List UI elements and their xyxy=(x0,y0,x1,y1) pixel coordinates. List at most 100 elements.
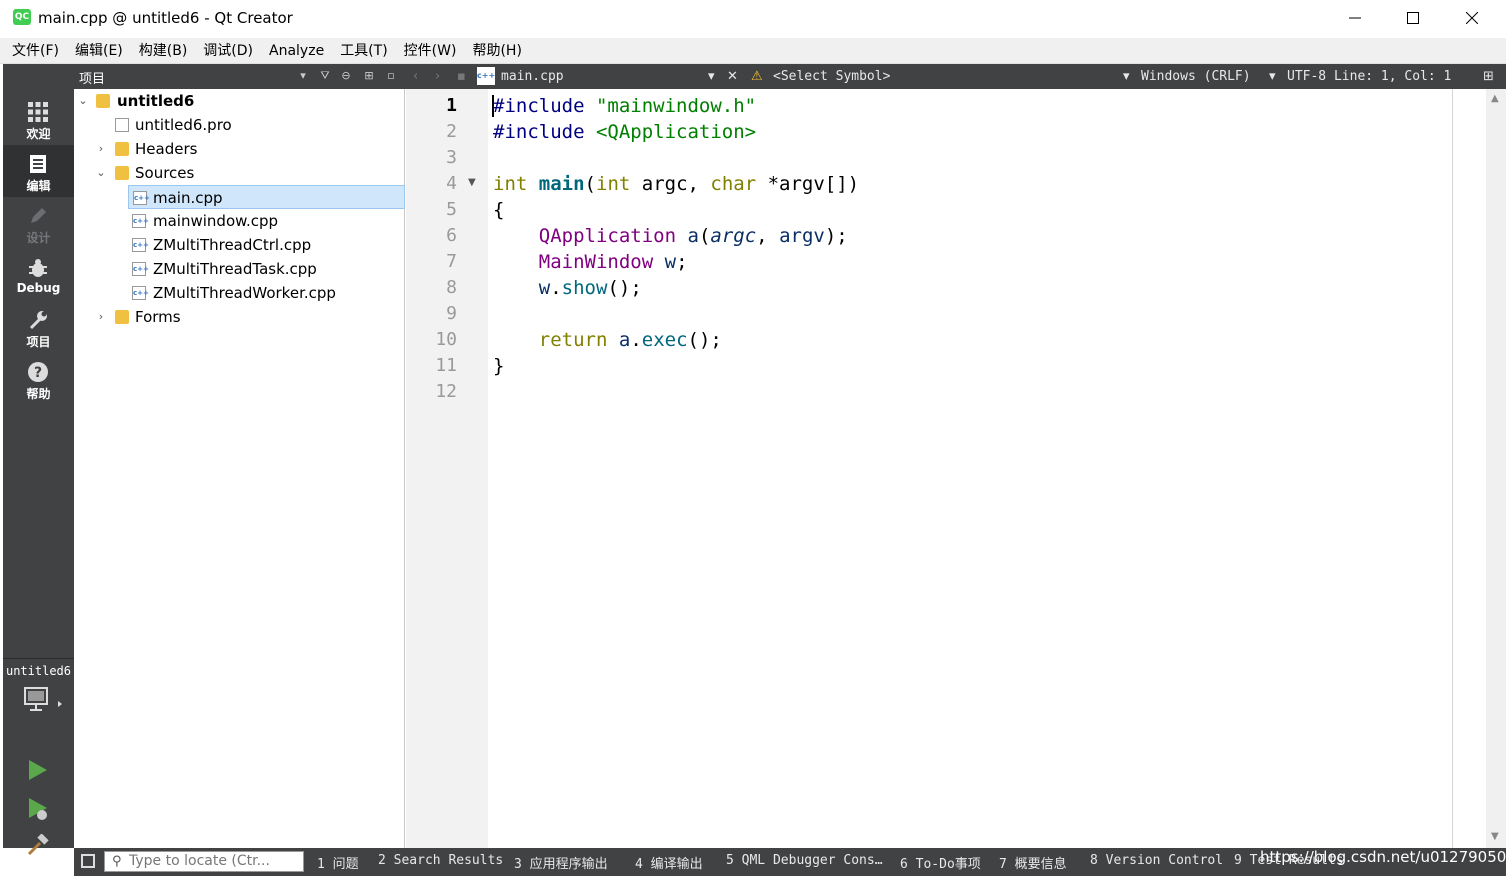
cpp-file-icon: c++ xyxy=(133,191,150,205)
projects-pane-title: 项目 xyxy=(79,72,106,87)
minimize-button[interactable] xyxy=(1326,0,1384,36)
code-token: char xyxy=(710,173,757,195)
link-icon[interactable]: ⊖ xyxy=(339,69,353,83)
menu-widgets[interactable]: 控件(W) xyxy=(396,38,465,64)
chevron-right-icon[interactable]: › xyxy=(94,137,108,161)
tree-item-project[interactable]: ⌄ untitled6 xyxy=(74,89,405,113)
line-number: 4 xyxy=(446,173,457,194)
code-token: main xyxy=(538,173,585,195)
pane-general-messages[interactable]: 7 概要信息 xyxy=(999,853,1067,872)
tree-item-forms[interactable]: › Forms xyxy=(74,305,405,329)
pane-search-results[interactable]: 2 Search Results xyxy=(378,853,503,868)
line-number: 1 xyxy=(446,95,457,116)
close-document-icon[interactable]: ✕ xyxy=(727,69,738,84)
menu-build[interactable]: 构建(B) xyxy=(131,38,196,64)
pane-version-control[interactable]: 8 Version Control xyxy=(1090,853,1223,868)
code-token: ( xyxy=(584,173,596,195)
close-button[interactable] xyxy=(1443,0,1501,36)
pane-issues[interactable]: 1 问题 xyxy=(317,853,359,872)
mode-edit[interactable]: 编辑 xyxy=(3,145,74,197)
tree-item-label: ZMultiThreadWorker.cpp xyxy=(153,284,336,302)
locator-input[interactable]: Type to locate (Ctr... xyxy=(104,851,304,872)
maximize-button[interactable] xyxy=(1384,0,1442,36)
code-token: , xyxy=(756,225,780,247)
run-button[interactable] xyxy=(26,758,50,782)
tree-item-headers[interactable]: › Headers xyxy=(74,137,405,161)
dropdown-arrow-icon[interactable]: ▾ xyxy=(296,69,310,83)
symbol-selector[interactable]: <Select Symbol> xyxy=(773,69,890,84)
toggle-sidebar-icon[interactable] xyxy=(81,854,95,868)
maximize-icon xyxy=(1407,12,1419,24)
kit-selector-button[interactable] xyxy=(24,686,64,714)
menu-analyze[interactable]: Analyze xyxy=(261,38,332,64)
menu-tools[interactable]: 工具(T) xyxy=(332,38,395,64)
tree-item-pro-file[interactable]: untitled6.pro xyxy=(74,113,405,137)
split-editor-icon[interactable]: ⊞ xyxy=(1483,69,1494,84)
cpp-file-icon: c++ xyxy=(132,286,149,300)
mode-debug[interactable]: Debug xyxy=(3,249,74,301)
tree-item-label: Headers xyxy=(135,140,198,158)
qt-creator-window: QC main.cpp @ untitled6 - Qt Creator 文件(… xyxy=(0,0,1506,876)
code-editor[interactable]: #include "mainwindow.h" #include <QAppli… xyxy=(488,89,1452,848)
folder-icon xyxy=(115,310,129,324)
svg-text:?: ? xyxy=(34,365,42,381)
tree-item-label: Forms xyxy=(135,308,181,326)
tree-item-mainwindow-cpp[interactable]: c++ mainwindow.cpp xyxy=(74,209,405,233)
warning-icon: ⚠ xyxy=(751,69,763,84)
code-token: a xyxy=(618,329,631,351)
vertical-scrollbar[interactable]: ▲ ▼ xyxy=(1486,89,1506,848)
pane-application-output[interactable]: 3 应用程序输出 xyxy=(514,853,608,872)
menu-file[interactable]: 文件(F) xyxy=(4,38,67,64)
menu-edit[interactable]: 编辑(E) xyxy=(67,38,131,64)
pane-qml-debugger-console[interactable]: 5 QML Debugger Cons… xyxy=(726,853,883,868)
chevron-down-icon[interactable]: ⌄ xyxy=(76,89,90,113)
chevron-down-icon[interactable]: ⌄ xyxy=(94,161,108,185)
chevron-right-icon[interactable]: › xyxy=(94,305,108,329)
folder-icon xyxy=(115,166,129,180)
split-icon[interactable]: ⊞ xyxy=(362,69,376,83)
mode-label: 设计 xyxy=(26,231,51,245)
tree-item-sources[interactable]: ⌄ Sources xyxy=(74,161,405,185)
debug-run-button[interactable] xyxy=(26,796,50,822)
filter-icon[interactable]: ⛛ xyxy=(318,69,332,83)
code-line-1: #include "mainwindow.h" xyxy=(493,93,756,119)
build-button[interactable] xyxy=(26,833,50,856)
code-token: w xyxy=(538,277,551,299)
projects-pane-header: 项目 ▾ ⛛ ⊖ ⊞ ▫ xyxy=(74,64,405,89)
menu-debug[interactable]: 调试(D) xyxy=(195,38,261,64)
mode-welcome[interactable]: 欢迎 xyxy=(3,93,74,145)
mode-projects[interactable]: 项目 xyxy=(3,301,74,353)
code-token: ( xyxy=(698,225,711,247)
code-line-2: #include <QApplication> xyxy=(493,119,756,145)
mode-label: 帮助 xyxy=(26,387,51,401)
symbol-dropdown-icon[interactable]: ▾ xyxy=(1123,69,1130,84)
debug-run-icon xyxy=(29,798,47,820)
pane-compile-output[interactable]: 4 编译输出 xyxy=(635,853,703,872)
tree-item-zmultithreadtask-cpp[interactable]: c++ ZMultiThreadTask.cpp xyxy=(74,257,405,281)
scroll-up-icon[interactable]: ▲ xyxy=(1491,93,1499,104)
forward-arrow-icon[interactable]: › xyxy=(435,69,440,84)
document-dropdown-icon[interactable]: ▾ xyxy=(708,69,715,84)
tree-item-zmultithreadworker-cpp[interactable]: c++ ZMultiThreadWorker.cpp xyxy=(74,281,405,305)
tree-item-zmultithreadctrl-cpp[interactable]: c++ ZMultiThreadCtrl.cpp xyxy=(74,233,405,257)
mode-help[interactable]: ? 帮助 xyxy=(3,353,74,405)
back-arrow-icon[interactable]: ‹ xyxy=(413,69,418,84)
code-token: <QApplication> xyxy=(595,121,757,143)
fold-marker-icon[interactable]: ▼ xyxy=(468,177,476,188)
line-ending-dropdown-icon[interactable]: ▾ xyxy=(1269,69,1276,84)
line-number: 9 xyxy=(446,303,457,324)
close-pane-icon[interactable]: ▫ xyxy=(384,69,398,83)
pane-todo[interactable]: 6 To-Do事项 xyxy=(900,853,981,872)
line-ending-selector[interactable]: Windows (CRLF) xyxy=(1141,69,1251,84)
mode-design[interactable]: 设计 xyxy=(3,197,74,249)
scroll-down-icon[interactable]: ▼ xyxy=(1491,831,1499,842)
mode-bar: 欢迎 编辑 设计 Debug 项目 ? 帮助 xyxy=(3,89,74,848)
wrench-icon xyxy=(29,311,47,330)
tree-item-main-cpp[interactable]: c++ main.cpp xyxy=(128,185,405,209)
open-document-name[interactable]: main.cpp xyxy=(501,69,564,84)
encoding-position-indicator[interactable]: UTF-8 Line: 1, Col: 1 xyxy=(1287,69,1451,84)
code-token: return xyxy=(538,329,608,351)
mode-label: 编辑 xyxy=(26,179,51,193)
menu-help[interactable]: 帮助(H) xyxy=(464,38,529,64)
mode-bar-header xyxy=(3,64,74,89)
